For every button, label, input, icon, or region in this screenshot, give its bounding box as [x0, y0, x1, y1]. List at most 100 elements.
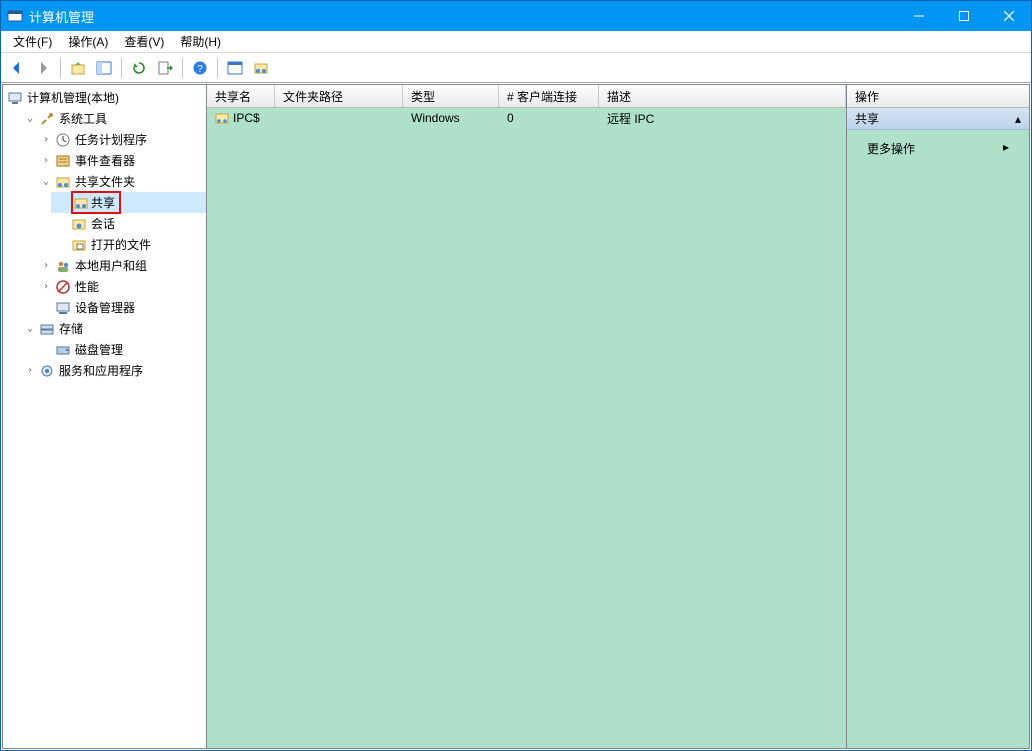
tree-node-services-apps: › 服务和应用程序	[19, 360, 206, 381]
event-icon	[55, 153, 71, 169]
minimize-button[interactable]	[896, 1, 941, 31]
actions-group-label: 共享	[855, 110, 879, 127]
share-icon	[215, 111, 229, 125]
tree-row-shared-folders[interactable]: ⌄ 共享文件夹	[35, 171, 206, 192]
up-button[interactable]	[66, 56, 90, 80]
tree-label: 存储	[57, 319, 85, 338]
col-share-name[interactable]: 共享名	[207, 85, 275, 107]
open-files-icon	[71, 237, 87, 253]
expander-icon[interactable]: ›	[39, 134, 53, 145]
tree-row-services-apps[interactable]: › 服务和应用程序	[19, 360, 206, 381]
expander-icon[interactable]: ›	[39, 260, 53, 271]
tree-node-sessions: 会话	[51, 213, 206, 234]
list-body[interactable]: IPC$ Windows 0 远程 IPC	[207, 108, 846, 748]
tree-node-task-scheduler: › 任务计划程序	[35, 129, 206, 150]
export-list-button[interactable]	[153, 56, 177, 80]
col-type[interactable]: 类型	[403, 85, 499, 107]
cell-type: Windows	[403, 111, 499, 125]
app-icon	[7, 8, 23, 24]
maximize-button[interactable]	[941, 1, 986, 31]
tree-row-open-files[interactable]: 打开的文件	[51, 234, 206, 255]
tree-node-system-tools: ⌄ 系统工具 › 任务计划程序	[19, 108, 206, 318]
tree-node-shared-folders: ⌄ 共享文件夹	[35, 171, 206, 255]
expander-icon[interactable]: ⌄	[23, 323, 37, 334]
tree-row-local-users[interactable]: › 本地用户和组	[35, 255, 206, 276]
expexpander-icon[interactable]: ›	[23, 365, 37, 376]
svg-text:?: ?	[197, 64, 203, 75]
cell-description: 远程 IPC	[599, 110, 846, 127]
toolbar-sep	[182, 58, 183, 78]
list-row[interactable]: IPC$ Windows 0 远程 IPC	[207, 108, 846, 128]
performance-icon	[55, 279, 71, 295]
chevron-right-icon: ▸	[1003, 140, 1009, 154]
action-more[interactable]: 更多操作 ▸	[847, 136, 1029, 161]
tree-row-shares[interactable]: 共享	[51, 192, 206, 213]
cell-text: IPC$	[233, 111, 260, 125]
tree-node-local-users: › 本地用户和组	[35, 255, 206, 276]
tree-row-performance[interactable]: › 性能	[35, 276, 206, 297]
window-title: 计算机管理	[29, 7, 896, 26]
expander-icon[interactable]: ⌄	[23, 113, 37, 124]
tree-node-device-manager: 设备管理器	[35, 297, 206, 318]
actions-group-header[interactable]: 共享 ▴	[847, 108, 1029, 130]
tree-label: 任务计划程序	[73, 130, 149, 149]
expander-icon[interactable]: ›	[39, 281, 53, 292]
tree-panel[interactable]: 计算机管理(本地) ⌄ 系统工具 ›	[2, 84, 207, 749]
forward-button[interactable]	[31, 56, 55, 80]
tree-label: 共享	[89, 193, 117, 212]
tree-row-event-viewer[interactable]: › 事件查看器	[35, 150, 206, 171]
tree-label: 共享文件夹	[73, 172, 137, 191]
show-hide-tree-button[interactable]	[92, 56, 116, 80]
tree-label: 性能	[73, 277, 101, 296]
actions-body: 更多操作 ▸	[847, 130, 1029, 748]
help-button[interactable]: ?	[188, 56, 212, 80]
tree-label: 本地用户和组	[73, 256, 149, 275]
tree-row-storage[interactable]: ⌄ 存储	[19, 318, 206, 339]
menu-view[interactable]: 查看(V)	[116, 31, 172, 52]
tree-node-storage: ⌄ 存储 磁盘管理	[19, 318, 206, 360]
toolbar: ?	[1, 53, 1031, 83]
expander-icon[interactable]: ⌄	[39, 176, 53, 187]
tree-node-event-viewer: › 事件查看器	[35, 150, 206, 171]
tree-row-task-scheduler[interactable]: › 任务计划程序	[35, 129, 206, 150]
tree-row-sessions[interactable]: 会话	[51, 213, 206, 234]
col-folder-path[interactable]: 文件夹路径	[275, 85, 403, 107]
tree-node-open-files: 打开的文件	[51, 234, 206, 255]
shared-folder-icon	[55, 174, 71, 190]
tree-label: 会话	[89, 214, 117, 233]
new-share-button[interactable]	[223, 56, 247, 80]
tree-node-shares: 共享	[51, 192, 206, 213]
tree-label: 计算机管理(本地)	[25, 88, 121, 107]
tree-label: 磁盘管理	[73, 340, 125, 359]
disk-icon	[55, 342, 71, 358]
tree-node-performance: › 性能	[35, 276, 206, 297]
cell-client-conn: 0	[499, 111, 599, 125]
cell-share-name: IPC$	[207, 111, 275, 125]
back-button[interactable]	[5, 56, 29, 80]
computer-icon	[7, 90, 23, 106]
toolbar-sep	[217, 58, 218, 78]
tree-row-system-tools[interactable]: ⌄ 系统工具	[19, 108, 206, 129]
users-icon	[55, 258, 71, 274]
refresh-button[interactable]	[127, 56, 151, 80]
shares-icon	[73, 195, 89, 211]
services-icon	[39, 363, 55, 379]
shares-icon-button[interactable]	[249, 56, 273, 80]
menu-help[interactable]: 帮助(H)	[172, 31, 229, 52]
client-area: 计算机管理(本地) ⌄ 系统工具 ›	[1, 83, 1031, 750]
menu-action[interactable]: 操作(A)	[60, 31, 116, 52]
list-panel: 共享名 文件夹路径 类型 # 客户端连接 描述 IPC$ Windows 0 远…	[207, 84, 847, 749]
col-client-conn[interactable]: # 客户端连接	[499, 85, 599, 107]
tree-row-root[interactable]: 计算机管理(本地)	[3, 87, 206, 108]
storage-icon	[39, 321, 55, 337]
tree-row-device-manager[interactable]: 设备管理器	[35, 297, 206, 318]
tree-label: 打开的文件	[89, 235, 153, 254]
device-icon	[55, 300, 71, 316]
close-button[interactable]	[986, 1, 1031, 31]
menu-file[interactable]: 文件(F)	[5, 31, 60, 52]
tree-row-disk-mgmt[interactable]: 磁盘管理	[35, 339, 206, 360]
menubar: 文件(F) 操作(A) 查看(V) 帮助(H)	[1, 31, 1031, 53]
expander-icon[interactable]: ›	[39, 155, 53, 166]
toolbar-sep	[121, 58, 122, 78]
col-description[interactable]: 描述	[599, 85, 846, 107]
